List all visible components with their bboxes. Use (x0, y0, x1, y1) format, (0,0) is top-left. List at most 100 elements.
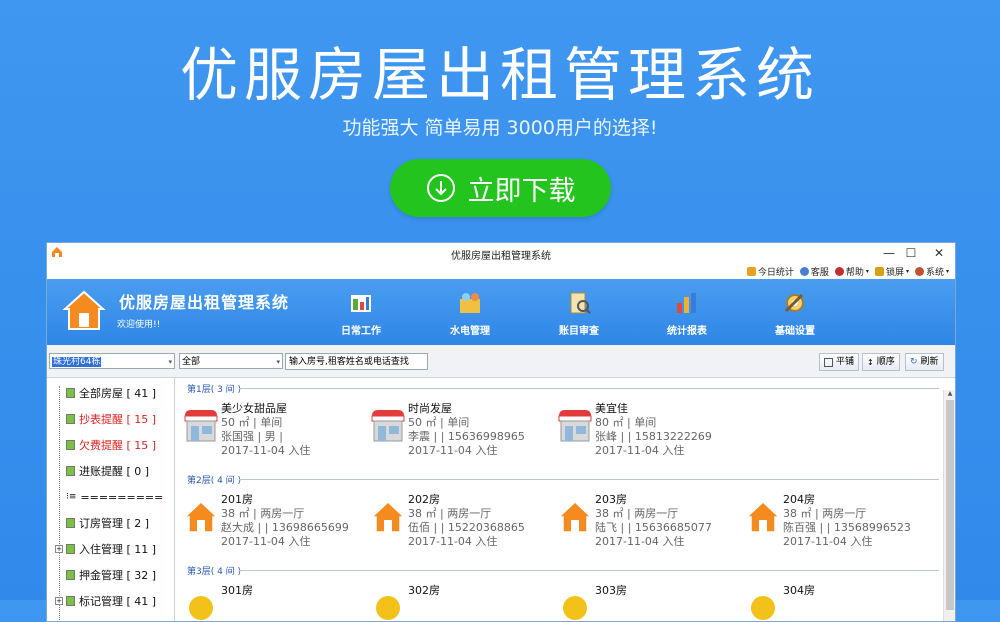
room-card[interactable]: 302房 (368, 582, 553, 621)
floor-divider (239, 388, 939, 389)
room-checkin-date: 2017-11-04 入住 (595, 535, 685, 548)
welcome-text: 欢迎使用!! (117, 320, 161, 330)
download-button[interactable]: 立即下载 (390, 159, 611, 217)
room-card[interactable]: 203房 38 ㎡ | 两房一厅 陆飞 | | 15636685077 2017… (555, 491, 740, 551)
toolbar: 珠光村64栋 ▾ 全部 ▾ 输入房号,租客姓名或电话查找 平铺 ↕ 顺序 ↻ 刷新 (47, 345, 955, 378)
sidebar-item-income[interactable]: 进账提醒 [ 0 ] (55, 462, 149, 480)
room-card[interactable]: 美宜佳 80 ㎡ | 单间 张峰 | | 15813222269 2017-11… (555, 400, 740, 460)
support-icon (799, 267, 809, 276)
house-icon (376, 596, 400, 620)
room-checkin-date: 2017-11-04 入住 (221, 444, 311, 457)
sidebar-separator: ⁝≡ ========= (66, 490, 164, 504)
menu-lock[interactable]: 锁屏 ▾ (874, 265, 909, 278)
ledger-icon (570, 292, 591, 314)
house-icon (183, 500, 219, 533)
room-name: 303房 (595, 584, 627, 597)
sidebar-item-booking[interactable]: 订房管理 [ 2 ] (55, 514, 149, 532)
room-checkin-date: 2017-11-04 入住 (408, 535, 498, 548)
building-select[interactable]: 珠光村64栋 ▾ (49, 353, 175, 369)
room-card[interactable]: 304房 (743, 582, 928, 621)
shop-icon (558, 410, 592, 442)
list-icon (66, 466, 75, 476)
expand-icon[interactable]: + (55, 545, 63, 553)
separator-icon: ⁝≡ (66, 492, 77, 502)
room-card[interactable]: 301房 (181, 582, 366, 621)
app-banner: 优服房屋出租管理系统 欢迎使用!! 日常工作 水电管理 账目审查 统计报表 基础… (47, 279, 955, 345)
room-checkin-date: 2017-11-04 入住 (221, 535, 311, 548)
nav-report[interactable]: 统计报表 (647, 287, 727, 339)
download-icon (426, 174, 455, 202)
floor-header: 第3层( 4 间 ) (187, 567, 242, 577)
window-title: 优服房屋出租管理系统 (451, 251, 551, 262)
floor-header: 第2层( 4 间 ) (187, 476, 242, 486)
room-checkin-date: 2017-11-04 入住 (408, 444, 498, 457)
sidebar-item-mark[interactable]: + 标记管理 [ 41 ] (55, 592, 156, 610)
window-titlebar[interactable]: 优服房屋出租管理系统 — ☐ ✕ (47, 243, 955, 263)
hero-subtitle: 功能强大 简单易用 3000用户的选择! (342, 117, 658, 139)
room-card[interactable]: 204房 38 ㎡ | 两房一厅 陈百强 | | 13568996523 201… (743, 491, 928, 551)
utility-icon (460, 293, 480, 313)
floor-header: 第1层( 3 间 ) (187, 385, 242, 395)
sidebar-item-all[interactable]: 全部房屋 [ 41 ] (55, 384, 156, 402)
refresh-button[interactable]: ↻ 刷新 (905, 353, 944, 371)
house-icon (189, 596, 213, 620)
house-icon (370, 500, 406, 533)
room-name: 301房 (221, 584, 253, 597)
scroll-up-icon[interactable]: ▲ (944, 390, 955, 399)
sidebar-item-meter[interactable]: 抄表提醒 [ 15 ] (55, 410, 156, 428)
nav-daily-work[interactable]: 日常工作 (321, 287, 401, 339)
menu-system[interactable]: 系统 ▾ (914, 265, 949, 278)
menu-help[interactable]: 帮助 ▾ (834, 265, 869, 278)
list-icon (66, 596, 75, 606)
hero-title: 优服房屋出租管理系统 (179, 41, 820, 109)
house-icon (751, 596, 775, 620)
house-icon (745, 500, 781, 533)
nav-utility[interactable]: 水电管理 (430, 287, 510, 339)
search-input[interactable]: 输入房号,租客姓名或电话查找 (285, 353, 428, 370)
filter-select[interactable]: 全部 ▾ (179, 353, 283, 369)
room-checkin-date: 2017-11-04 入住 (595, 444, 685, 457)
lock-icon (874, 267, 884, 276)
scroll-thumb[interactable] (946, 400, 954, 610)
room-card[interactable]: 201房 38 ㎡ | 两房一厅 赵大成 | | 13698665699 201… (181, 491, 366, 551)
room-panel: 第1层( 3 间 ) 美少女甜品屋 50 ㎡ | 单间 张国强 | 男 | 20… (177, 378, 947, 621)
vertical-scrollbar[interactable]: ▲ (943, 390, 955, 621)
expand-icon[interactable]: + (55, 597, 63, 605)
room-card[interactable]: 美少女甜品屋 50 ㎡ | 单间 张国强 | 男 | 2017-11-04 入住 (181, 400, 366, 460)
list-icon (66, 518, 75, 528)
sidebar-item-deposit[interactable]: 押金管理 [ 32 ] (55, 566, 156, 584)
room-card[interactable]: 202房 38 ㎡ | 两房一厅 伍佰 | | 15220368865 2017… (368, 491, 553, 551)
room-name: 302房 (408, 584, 440, 597)
sidebar-item-checkin[interactable]: + 入住管理 [ 11 ] (55, 540, 156, 558)
house-icon (563, 596, 587, 620)
report-icon (677, 293, 696, 313)
sidebar-item-arrears[interactable]: 欠费提醒 [ 15 ] (55, 436, 156, 454)
nav-settings[interactable]: 基础设置 (755, 287, 835, 339)
menu-bar: 今日统计 客服 帮助 ▾ 锁屏 ▾ 系统 ▾ (47, 263, 955, 279)
tile-button[interactable]: 平铺 (819, 353, 860, 371)
close-button[interactable]: ✕ (925, 243, 953, 263)
house-logo-icon (62, 290, 106, 330)
settings-icon (784, 293, 804, 313)
chevron-down-icon: ▾ (276, 358, 280, 366)
floor-divider (239, 570, 939, 571)
order-button[interactable]: ↕ 顺序 (862, 353, 900, 371)
house-icon (557, 500, 593, 533)
room-card[interactable]: 303房 (555, 582, 740, 621)
list-icon (66, 570, 75, 580)
menu-today-stats[interactable]: 今日统计 (746, 265, 794, 278)
sort-icon: ↕ (867, 357, 874, 367)
list-icon (66, 388, 75, 398)
list-icon (66, 414, 75, 424)
list-icon (66, 544, 75, 554)
sidebar: 全部房屋 [ 41 ] 抄表提醒 [ 15 ] 欠费提醒 [ 15 ] 进账提醒… (47, 378, 175, 621)
floor-divider (239, 479, 939, 480)
list-icon (66, 440, 75, 450)
app-window: 优服房屋出租管理系统 — ☐ ✕ 今日统计 客服 帮助 ▾ 锁屏 ▾ 系统 ▾ 优服房… (46, 242, 956, 622)
room-name: 304房 (783, 584, 815, 597)
maximize-button[interactable]: ☐ (897, 243, 925, 263)
room-card[interactable]: 时尚发屋 50 ㎡ | 单间 李震 | | 15636998965 2017-1… (368, 400, 553, 460)
nav-ledger[interactable]: 账目审查 (539, 287, 619, 339)
shop-icon (371, 410, 405, 442)
menu-support[interactable]: 客服 (799, 265, 829, 278)
